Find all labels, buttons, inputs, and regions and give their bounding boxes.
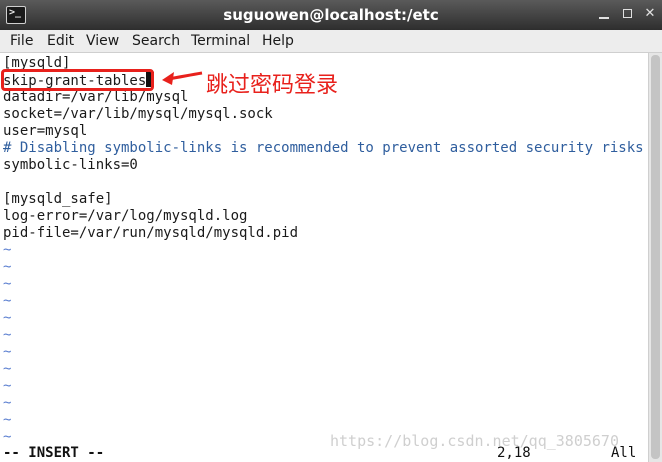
editor-line-text: user=mysql xyxy=(3,123,88,139)
editor-line-text: pid-file=/var/run/mysqld/mysqld.pid xyxy=(3,225,299,241)
editor-line-text: [mysqld_safe] xyxy=(3,191,113,207)
menu-terminal[interactable]: Terminal xyxy=(191,33,250,49)
editor-line-text: log-error=/var/log/mysqld.log xyxy=(3,208,248,224)
editor-line: pid-file=/var/run/mysqld/mysqld.pid xyxy=(3,225,298,242)
empty-line-marker: ~ xyxy=(3,344,12,360)
scroll-indicator: All xyxy=(611,445,637,461)
close-button[interactable]: ✕ xyxy=(642,6,658,22)
empty-line-marker: ~ xyxy=(3,395,12,411)
scrollbar-thumb[interactable] xyxy=(651,55,660,459)
menu-view[interactable]: View xyxy=(86,33,119,49)
maximize-button[interactable] xyxy=(620,6,636,22)
empty-line-marker: ~ xyxy=(3,412,12,428)
empty-line-marker: ~ xyxy=(3,361,12,377)
empty-line-marker: ~ xyxy=(3,310,12,326)
editor-line: user=mysql xyxy=(3,123,87,140)
editor-line: socket=/var/lib/mysql/mysql.sock xyxy=(3,106,273,123)
editor-line-text: # Disabling symbolic-links is recommende… xyxy=(3,140,644,156)
editor-line: datadir=/var/lib/mysql xyxy=(3,89,188,106)
empty-line-marker: ~ xyxy=(3,293,12,309)
editor-line-text: symbolic-links=0 xyxy=(3,157,138,173)
scrollbar[interactable] xyxy=(648,53,662,462)
editor-line: [mysqld_safe] xyxy=(3,191,113,208)
watermark: https://blog.csdn.net/qq_3805670 xyxy=(330,432,619,450)
cursor-position: 2,18 xyxy=(497,445,531,461)
menu-search[interactable]: Search xyxy=(132,33,180,49)
editor-line: log-error=/var/log/mysqld.log xyxy=(3,208,247,225)
menu-edit[interactable]: Edit xyxy=(47,33,74,49)
editor-line-text: socket=/var/lib/mysql/mysql.sock xyxy=(3,106,273,122)
editor-line: # Disabling symbolic-links is recommende… xyxy=(3,140,644,157)
window-title: suguowen@localhost:/etc xyxy=(223,6,439,24)
empty-line-marker: ~ xyxy=(3,259,12,275)
empty-line-marker: ~ xyxy=(3,429,12,445)
title-bar: suguowen@localhost:/etc ✕ xyxy=(0,0,662,30)
minimize-button[interactable] xyxy=(596,6,612,22)
empty-line-marker: ~ xyxy=(3,327,12,343)
vim-mode: -- INSERT -- xyxy=(3,445,105,461)
empty-line-marker: ~ xyxy=(3,276,12,292)
menu-bar: File Edit View Search Terminal Help xyxy=(0,30,662,53)
arrow-icon xyxy=(162,71,203,85)
highlight-box xyxy=(1,69,154,91)
empty-line-marker: ~ xyxy=(3,378,12,394)
editor-line-text: datadir=/var/lib/mysql xyxy=(3,89,189,105)
menu-help[interactable]: Help xyxy=(262,33,294,49)
editor-line: symbolic-links=0 xyxy=(3,157,138,174)
annotation-text: 跳过密码登录 xyxy=(206,73,339,98)
menu-file[interactable]: File xyxy=(10,33,33,49)
empty-line-marker: ~ xyxy=(3,242,12,258)
